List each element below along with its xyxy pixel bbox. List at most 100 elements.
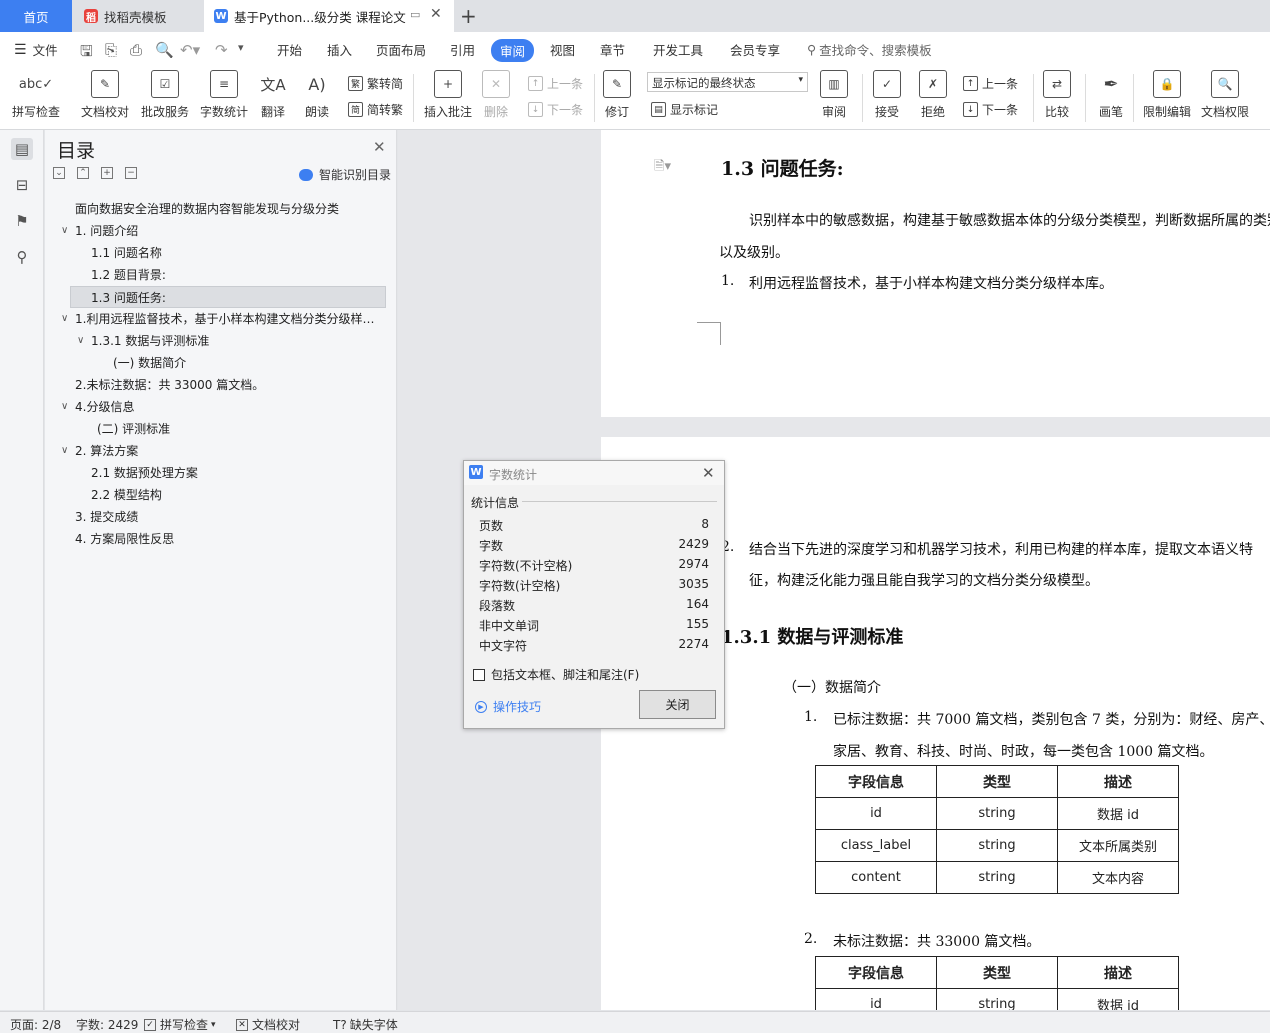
add-heading-icon[interactable]: + [101,167,113,179]
next-change-button[interactable]: ↓ 下一条 [963,101,1018,118]
pen-icon: ✒ [1097,70,1125,98]
toc-item[interactable]: 1.1 问题名称 [91,242,371,264]
review-pane-button[interactable]: ▥ 审阅 [820,70,848,120]
next-comment-button[interactable]: ↓ 下一条 [528,101,583,118]
menu-member[interactable]: 会员专享 [730,40,780,59]
expand-up-icon[interactable]: ⌃ [77,167,89,179]
compare-button[interactable]: ⇄ 比较 [1043,70,1071,120]
menu-insert[interactable]: 插入 [327,40,352,59]
tips-link[interactable]: ▶ 操作技巧 [475,698,541,715]
page-indicator[interactable]: 页面: 2/8 [10,1016,61,1033]
menu-references[interactable]: 引用 [450,40,475,59]
command-search[interactable]: ⚲ 查找命令、搜索模板 [807,40,932,59]
delete-comment-icon: ✕ [482,70,510,98]
accept-button[interactable]: ✓ 接受 [873,70,901,120]
spell-check-label: 拼写检查 [12,105,61,119]
toc-item[interactable]: 2.2 模型结构 [91,484,371,506]
toc-item[interactable]: 1. 问题介绍 [75,220,375,242]
prev-comment-icon: ↑ [528,76,543,91]
close-icon[interactable]: ✕ [702,464,715,482]
prev-comment-button[interactable]: ↑ 上一条 [528,75,583,92]
include-textbox-checkbox[interactable]: 包括文本框、脚注和尾注(F) [473,666,639,683]
toc-item[interactable]: 1.利用远程监督技术，基于小样本构建文档分类分级样本库。 [75,308,377,330]
word-count-button[interactable]: ≡ 字数统计 [200,70,248,120]
collapse-all-icon[interactable]: ⌄ [53,167,65,179]
toc-item[interactable]: 面向数据安全治理的数据内容智能发现与分级分类 [75,198,375,220]
toc-item[interactable]: (一) 数据简介 [113,352,373,374]
tab-document[interactable]: W 基于Python...级分类 课程论文 ▭ ✕ [204,0,454,32]
doc-proof-status[interactable]: ✕ 文档校对 [236,1016,300,1033]
save-icon[interactable]: 🖫 [80,41,93,66]
tab-home[interactable]: 首页 [0,0,72,32]
redo-icon[interactable]: ↷ [215,41,228,59]
spell-check-button[interactable]: abc✓ 拼写检查 [12,70,60,120]
word-count-indicator[interactable]: 字数: 2429 [76,1016,138,1033]
toc-item[interactable]: 4.分级信息 [75,396,375,418]
remove-heading-icon[interactable]: − [125,167,137,179]
menu-start[interactable]: 开始 [277,40,302,59]
show-markup-button[interactable]: ▤ 显示标记 [651,101,718,118]
reject-button[interactable]: ✗ 拒绝 [919,70,947,120]
chevron-down-icon[interactable]: ∨ [77,330,89,352]
toc-item[interactable]: (二) 评测标准 [97,418,367,440]
ai-toc-button[interactable]: 智能识别目录 [299,166,391,183]
delete-comment-button[interactable]: ✕ 删除 [482,70,510,120]
trad-to-simp-button[interactable]: 繁繁转简 [348,75,403,92]
toc-item[interactable]: 1.3.1 数据与评测标准 [91,330,371,352]
chapter-nav-icon[interactable]: ⊟ [11,174,33,196]
toc-item[interactable]: 4. 方案局限性反思 [75,528,375,550]
prev-change-button[interactable]: ↑ 上一条 [963,75,1018,92]
menu-view[interactable]: 视图 [550,40,575,59]
toc-item[interactable]: 2.1 数据预处理方案 [91,462,371,484]
pin-icon[interactable]: ▭ [410,8,420,21]
prev-comment-label: 上一条 [547,77,584,91]
pen-button[interactable]: ✒ 画笔 [1097,70,1125,120]
document-page-1[interactable]: 🗎▾ 1.3 问题任务: 识别样本中的敏感数据，构建基于敏感数据本体的分级分类模… [601,130,1270,417]
print-preview-icon[interactable]: 🔍 [155,41,174,59]
toc-pane-icon[interactable]: ▤ [11,138,33,160]
stat-row: 页数 8 [479,517,709,534]
close-tab-icon[interactable]: ✕ [430,6,442,22]
menu-dev-tools[interactable]: 开发工具 [653,40,703,59]
toc-item[interactable]: 2.未标注数据：共 33000 篇文档。 [75,374,375,396]
missing-font-status[interactable]: T? 缺失字体 [333,1016,398,1033]
undo-icon[interactable]: ↶▾ [180,41,200,59]
find-icon[interactable]: ⚲ [11,246,33,268]
chevron-down-icon[interactable]: ∨ [61,308,73,330]
doc-proof-button[interactable]: ✎ 文档校对 [81,70,129,120]
bookmark-icon[interactable]: ⚑ [11,210,33,232]
chevron-down-icon[interactable]: ∨ [61,220,73,242]
spell-check-status[interactable]: ✓ 拼写检查 ▾ [144,1016,216,1033]
insert-comment-button[interactable]: + 插入批注 [424,70,472,120]
menu-page-layout[interactable]: 页面布局 [376,40,426,59]
file-menu[interactable]: ☰ 文件 [14,40,58,59]
file-menu-label: 文件 [32,43,58,58]
print-icon[interactable]: ⎙ [130,41,142,59]
revise-service-button[interactable]: ☑ 批改服务 [141,70,189,120]
word-count-icon: ≡ [210,70,238,98]
simp-to-trad-button[interactable]: 简简转繁 [348,101,403,118]
menu-chapter[interactable]: 章节 [600,40,625,59]
tab-template[interactable]: 稻 找稻壳模板 [74,0,200,32]
read-aloud-button[interactable]: A) 朗读 [303,70,331,120]
translate-button[interactable]: 文A 翻译 [259,70,287,120]
chevron-down-icon[interactable]: ∨ [61,396,73,418]
toc-item-selected[interactable]: 1.3 问题任务: [70,286,386,308]
paragraph-format-icon[interactable]: 🗎▾ [654,157,671,179]
more-quick-icon[interactable]: ▾ [238,41,244,54]
export-pdf-icon[interactable]: ⎘ [105,41,117,59]
toc-item[interactable]: 3. 提交成绩 [75,506,375,528]
chevron-down-icon[interactable]: ∨ [61,440,73,462]
toc-item[interactable]: 1.2 题目背景: [91,264,371,286]
revise-button[interactable]: ✎ 修订 [603,70,631,120]
menu-review[interactable]: 审阅 [491,39,535,62]
new-tab-icon[interactable]: + [460,4,477,28]
markup-state-select[interactable]: 显示标记的最终状态 ▾ [647,72,808,92]
toc-item[interactable]: 2. 算法方案 [75,440,375,462]
doc-permission-button[interactable]: 🔍 文档权限 [1201,70,1249,120]
close-pane-icon[interactable]: ✕ [373,138,386,156]
translate-label: 翻译 [260,105,285,119]
close-button[interactable]: 关闭 [639,690,716,719]
dialog-titlebar[interactable]: W 字数统计 ✕ [464,461,724,485]
restrict-edit-button[interactable]: 🔒 限制编辑 [1143,70,1191,120]
